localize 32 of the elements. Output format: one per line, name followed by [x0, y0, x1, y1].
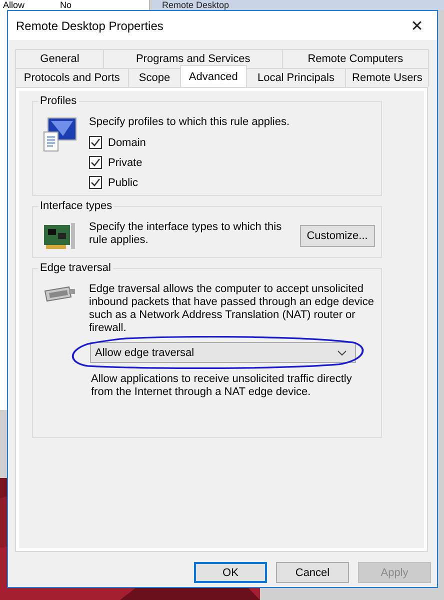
checkbox[interactable] — [89, 136, 102, 149]
network-card-icon — [43, 221, 77, 251]
description-text: Specify profiles to which this rule applies. — [89, 116, 291, 129]
window-title: Remote Desktop — [162, 0, 230, 10]
description-text: Specify the interface types to which this rule applies. — [89, 221, 283, 247]
list-cell-text: Allow — [3, 0, 26, 10]
tab[interactable]: Remote Users — [345, 68, 429, 87]
group-title: Edge traversal — [38, 261, 113, 275]
tab[interactable]: Protocols and Ports — [15, 68, 129, 87]
checkbox[interactable] — [89, 156, 102, 169]
checkmark-icon — [90, 137, 101, 148]
checkmark-icon — [90, 177, 101, 188]
checkbox[interactable] — [89, 176, 102, 189]
checkbox-label[interactable]: Public — [108, 176, 138, 188]
monitor-document-icon — [43, 116, 77, 152]
window-title: Remote Desktop Properties — [16, 18, 164, 32]
chevron-down-icon — [337, 350, 347, 356]
dialog-button[interactable]: Cancel — [276, 562, 349, 583]
checkbox-label[interactable]: Private — [108, 156, 142, 168]
dialog-button[interactable]: OK — [194, 562, 267, 583]
description-text: Edge traversal allows the computer to accept unsolicited inbound packets that have passed through an edge device such as a Network Address Translation (NAT) router or firewall. — [89, 283, 375, 335]
dropdown[interactable]: Allow edge traversal — [90, 342, 356, 363]
tab[interactable]: Remote Computers — [282, 49, 429, 68]
list-cell-text: No — [60, 0, 73, 10]
close-button[interactable]: ✕ — [397, 11, 437, 40]
tab[interactable]: General — [15, 49, 104, 68]
group-title: Interface types — [38, 199, 114, 213]
hint-text: Allow applications to receive unsolicited traffic directly from the Internet through a NAT edge device. — [91, 373, 353, 399]
customize-button[interactable]: Customize... — [300, 225, 375, 247]
checkmark-icon — [90, 157, 101, 168]
checkbox-label[interactable]: Domain — [108, 136, 146, 148]
tab[interactable]: Advanced — [180, 65, 247, 87]
